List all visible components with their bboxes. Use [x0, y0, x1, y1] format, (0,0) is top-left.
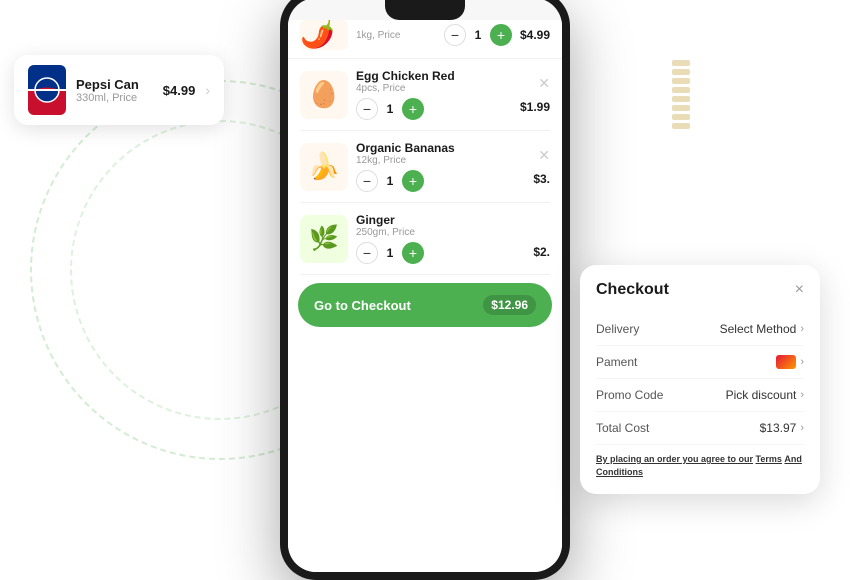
decrease-qty-egg[interactable]: −: [356, 98, 378, 120]
item-info-bananas: Organic Bananas 12kg, Price − 1 +: [356, 141, 525, 192]
qty-bananas: 1: [384, 174, 396, 188]
checkout-panel: Checkout × Delivery Select Method › Pame…: [580, 265, 820, 494]
promo-label: Promo Code: [596, 388, 663, 402]
price-ginger: $2.: [533, 245, 550, 259]
increase-qty-egg[interactable]: +: [402, 98, 424, 120]
checkout-label: Go to Checkout: [314, 298, 411, 313]
panel-row-total: Total Cost $13.97 ›: [596, 412, 804, 445]
remove-egg-button[interactable]: ✕: [534, 75, 550, 92]
pepsi-arrow-icon: ›: [205, 82, 210, 98]
delivery-value[interactable]: Select Method ›: [720, 322, 804, 336]
total-label: Total Cost: [596, 421, 649, 435]
item-name-egg-chicken-red: Egg Chicken Red: [356, 69, 512, 83]
panel-title: Checkout: [596, 281, 669, 299]
item-sub-ginger: 250gm, Price: [356, 227, 525, 238]
item-sub-egg-chicken-red: 4pcs, Price: [356, 83, 512, 94]
pepsi-icon: [28, 65, 66, 115]
qty-egg: 1: [384, 102, 396, 116]
item-name-ginger: Ginger: [356, 213, 525, 227]
cart-list: 🥚 Egg Chicken Red 4pcs, Price − 1 + ✕ $1…: [288, 59, 562, 275]
delivery-method: Select Method: [720, 322, 797, 336]
cart-item-egg-chicken-red: 🥚 Egg Chicken Red 4pcs, Price − 1 + ✕ $1…: [300, 59, 550, 131]
increase-qty-ginger[interactable]: +: [402, 242, 424, 264]
panel-row-payment: Pament ›: [596, 346, 804, 379]
item-image-peppers: 🌶️: [300, 20, 348, 50]
promo-arrow-icon: ›: [800, 389, 804, 401]
deco-gold-bars-top: [672, 60, 690, 129]
cart-item-partial: 🌶️ 1kg, Price − 1 + $4.99: [288, 20, 562, 59]
decrease-qty-bananas[interactable]: −: [356, 170, 378, 192]
payment-value[interactable]: ›: [776, 355, 804, 369]
promo-value[interactable]: Pick discount ›: [726, 388, 804, 402]
item-sub-bananas: 12kg, Price: [356, 155, 525, 166]
price-peppers: $4.99: [520, 28, 550, 42]
checkout-price: $12.96: [483, 295, 536, 315]
item-image-ginger: 🌿: [300, 215, 348, 263]
item-right-egg: ✕ $1.99: [520, 75, 550, 114]
item-image-egg-chicken-red: 🥚: [300, 71, 348, 119]
item-sub-peppers: 1kg, Price: [356, 30, 436, 41]
pepsi-info: Pepsi Can 330ml, Price: [76, 77, 153, 104]
item-controls-bananas: − 1 +: [356, 170, 525, 192]
phone-content: 🌶️ 1kg, Price − 1 + $4.99 🥚 Egg Chicken …: [288, 20, 562, 572]
panel-header: Checkout ×: [596, 281, 804, 299]
phone-notch: [385, 0, 465, 20]
qty-ginger: 1: [384, 246, 396, 260]
item-image-bananas: 🍌: [300, 143, 348, 191]
decrease-qty-peppers[interactable]: −: [444, 24, 466, 46]
item-info-ginger: Ginger 250gm, Price − 1 +: [356, 213, 525, 264]
total-arrow-icon: ›: [800, 422, 804, 434]
conditions-link[interactable]: Conditions: [596, 467, 643, 477]
pepsi-price: $4.99: [163, 83, 196, 98]
increase-qty-bananas[interactable]: +: [402, 170, 424, 192]
pepsi-name: Pepsi Can: [76, 77, 153, 92]
phone-frame: 🌶️ 1kg, Price − 1 + $4.99 🥚 Egg Chicken …: [280, 0, 570, 580]
cart-item-organic-bananas: 🍌 Organic Bananas 12kg, Price − 1 + ✕ $3…: [300, 131, 550, 203]
pepsi-tooltip-card[interactable]: Pepsi Can 330ml, Price $4.99 ›: [14, 55, 224, 125]
qty-peppers: 1: [472, 28, 484, 42]
panel-close-button[interactable]: ×: [795, 281, 804, 299]
payment-label: Pament: [596, 355, 637, 369]
item-right-bananas: ✕ $3.: [533, 147, 550, 186]
total-value[interactable]: $13.97 ›: [760, 421, 804, 435]
price-bananas: $3.: [533, 172, 550, 186]
panel-row-promo: Promo Code Pick discount ›: [596, 379, 804, 412]
decrease-qty-ginger[interactable]: −: [356, 242, 378, 264]
price-egg: $1.99: [520, 100, 550, 114]
terms-and: And: [784, 454, 802, 464]
checkout-button[interactable]: Go to Checkout $12.96: [298, 283, 552, 327]
increase-qty-peppers[interactable]: +: [490, 24, 512, 46]
item-controls-egg-chicken-red: − 1 +: [356, 98, 512, 120]
panel-terms: By placing an order you agree to our Ter…: [596, 453, 804, 478]
panel-row-delivery: Delivery Select Method ›: [596, 313, 804, 346]
payment-arrow-icon: ›: [800, 356, 804, 368]
terms-link[interactable]: Terms: [756, 454, 782, 464]
delivery-label: Delivery: [596, 322, 639, 336]
item-info-egg-chicken-red: Egg Chicken Red 4pcs, Price − 1 +: [356, 69, 512, 120]
total-amount: $13.97: [760, 421, 797, 435]
item-name-bananas: Organic Bananas: [356, 141, 525, 155]
delivery-arrow-icon: ›: [800, 323, 804, 335]
payment-card-icon: [776, 355, 796, 369]
pepsi-sub: 330ml, Price: [76, 92, 153, 104]
cart-item-ginger: 🌿 Ginger 250gm, Price − 1 + $2.: [300, 203, 550, 275]
remove-bananas-button[interactable]: ✕: [534, 147, 550, 164]
promo-discount: Pick discount: [726, 388, 797, 402]
item-right-ginger: $2.: [533, 219, 550, 259]
item-controls-ginger: − 1 +: [356, 242, 525, 264]
phone-inner: 🌶️ 1kg, Price − 1 + $4.99 🥚 Egg Chicken …: [288, 0, 562, 572]
